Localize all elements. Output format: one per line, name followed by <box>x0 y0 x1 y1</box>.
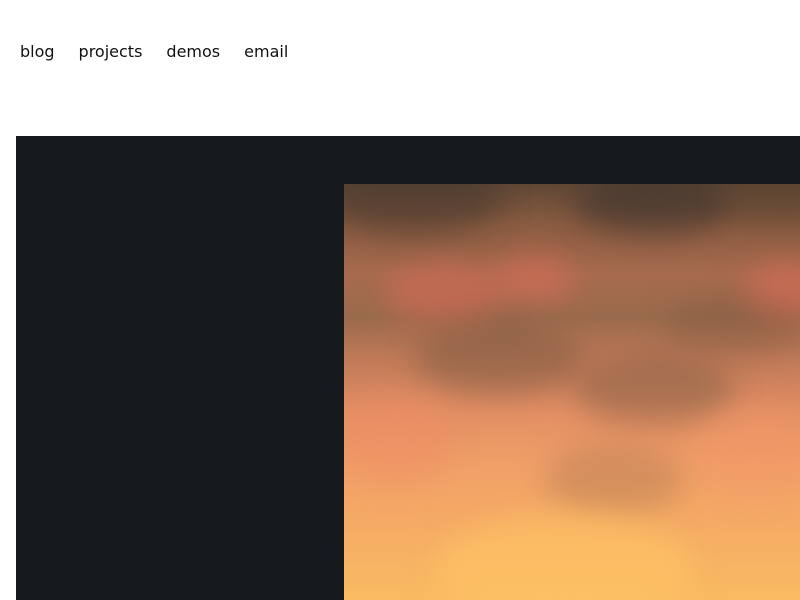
flame-core-blob <box>434 514 694 600</box>
smoke-blob <box>544 444 684 514</box>
fire-simulation-canvas[interactable] <box>344 184 800 600</box>
smoke-blob <box>664 294 800 354</box>
ember-blob <box>384 264 504 324</box>
nav-link-blog[interactable]: blog <box>20 41 55 63</box>
smoke-blob <box>574 184 734 234</box>
smoke-blob <box>724 184 800 224</box>
nav-link-projects[interactable]: projects <box>79 41 143 63</box>
smoke-blob <box>574 354 734 424</box>
demo-canvas-panel <box>16 136 800 600</box>
flame-blob <box>344 394 454 484</box>
top-nav: blog projects demos email <box>20 41 288 63</box>
smoke-blob <box>414 324 584 394</box>
nav-link-email[interactable]: email <box>244 41 288 63</box>
flame-blob <box>694 414 800 494</box>
nav-link-demos[interactable]: demos <box>166 41 220 63</box>
smoke-blob <box>344 184 504 234</box>
ember-blob <box>494 254 574 304</box>
